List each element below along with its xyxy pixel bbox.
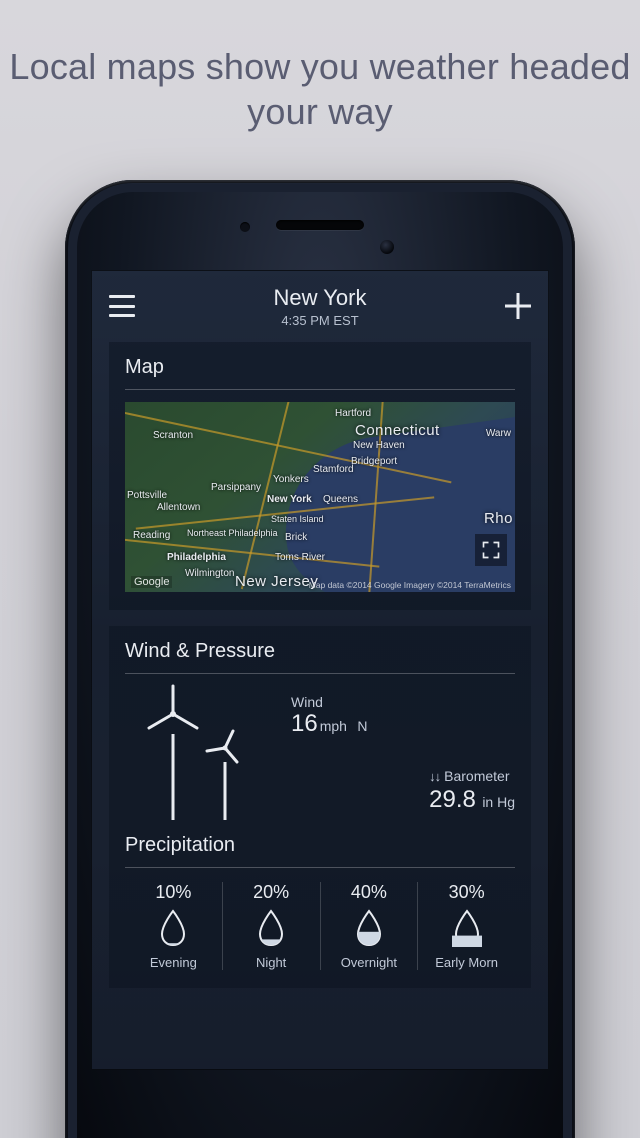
phone-frame: New York 4:35 PM EST Map Hartford Connec…	[65, 180, 575, 1138]
precipitation-title: Precipitation	[125, 820, 515, 868]
app-screen: New York 4:35 PM EST Map Hartford Connec…	[91, 270, 549, 1070]
precipitation-percent: 20%	[225, 882, 318, 903]
menu-icon[interactable]	[109, 295, 135, 317]
weather-map[interactable]: Hartford Connecticut Scranton New Haven …	[125, 402, 515, 592]
map-city-label: Hartford	[335, 408, 371, 419]
map-city-label: Pottsville	[127, 490, 167, 501]
precipitation-period: Overnight	[323, 955, 416, 970]
precipitation-percent: 30%	[420, 882, 513, 903]
expand-map-icon[interactable]	[475, 534, 507, 566]
wind-readout: Wind 16mph N	[291, 694, 515, 738]
precipitation-percent: 10%	[127, 882, 220, 903]
wind-speed: 16	[291, 710, 318, 737]
map-city-label: Scranton	[153, 430, 193, 441]
phone-camera	[380, 240, 394, 254]
wind-unit: mph	[320, 718, 347, 734]
wind-label: Wind	[291, 694, 515, 710]
map-city-label: New York	[267, 494, 312, 505]
map-city-label: Brick	[285, 532, 307, 543]
barometer-label: Barometer	[444, 768, 509, 784]
map-city-label: Reading	[133, 530, 170, 541]
raindrop-icon	[256, 909, 286, 947]
wind-title: Wind & Pressure	[125, 640, 515, 674]
raindrop-icon	[354, 909, 384, 947]
precipitation-cell: 10% Evening	[125, 882, 223, 970]
map-city-label: Queens	[323, 494, 358, 505]
add-location-icon[interactable]	[505, 293, 531, 319]
map-city-label: Staten Island	[271, 514, 324, 524]
raindrop-icon	[452, 909, 482, 947]
wind-body: Wind 16mph N ↓↓ Barometer 29.8	[125, 674, 515, 820]
map-city-label: Stamford	[313, 464, 354, 475]
wind-turbine-icon	[125, 690, 265, 820]
precipitation-cell: 20% Night	[223, 882, 321, 970]
barometer-trend-icon: ↓↓	[429, 769, 440, 784]
precipitation-percent: 40%	[323, 882, 416, 903]
map-city-label: Wilmington	[185, 568, 234, 579]
map-city-label: Yonkers	[273, 474, 309, 485]
city-name: New York	[274, 285, 367, 311]
title-bar: New York 4:35 PM EST	[91, 270, 549, 342]
precipitation-cell: 40% Overnight	[321, 882, 419, 970]
map-city-label: Northeast Philadelphia	[187, 528, 278, 538]
promo-headline: Local maps show you weather headed your …	[0, 44, 640, 134]
phone-speaker	[276, 220, 364, 230]
map-state-label: Connecticut	[355, 422, 440, 439]
location-title[interactable]: New York 4:35 PM EST	[274, 285, 367, 328]
map-city-label: Bridgeport	[351, 456, 397, 467]
barometer-readout: ↓↓ Barometer 29.8 in Hg	[429, 768, 515, 814]
raindrop-icon	[158, 909, 188, 947]
precipitation-period: Evening	[127, 955, 220, 970]
map-city-label: New Haven	[353, 440, 405, 451]
map-city-label: Toms River	[275, 552, 325, 563]
city-time: 4:35 PM EST	[274, 313, 367, 328]
barometer-value: 29.8	[429, 786, 476, 813]
precipitation-period: Early Morn	[420, 955, 513, 970]
map-city-label: Allentown	[157, 502, 200, 513]
map-city-label: Warw	[486, 428, 511, 439]
precipitation-row: 10% Evening 20% Night 40% Overnight 30% Early M…	[125, 868, 515, 970]
precipitation-period: Night	[225, 955, 318, 970]
precipitation-cell: 30% Early Morn	[418, 882, 515, 970]
map-copyright: Map data ©2014 Google Imagery ©2014 Terr…	[309, 580, 511, 590]
map-state-label: New Jersey	[235, 573, 318, 590]
map-city-label: Philadelphia	[167, 552, 226, 563]
map-city-label: Parsippany	[211, 482, 261, 493]
barometer-unit: in Hg	[482, 794, 515, 810]
wind-precip-panel: Wind & Pressure	[109, 626, 531, 988]
map-attribution: Google	[131, 576, 172, 588]
map-title: Map	[125, 356, 515, 390]
phone-sensor	[240, 222, 250, 232]
map-state-label: Rho	[484, 510, 513, 527]
wind-direction: N	[357, 718, 367, 734]
map-panel: Map Hartford Connecticut Scranton New Ha…	[109, 342, 531, 610]
